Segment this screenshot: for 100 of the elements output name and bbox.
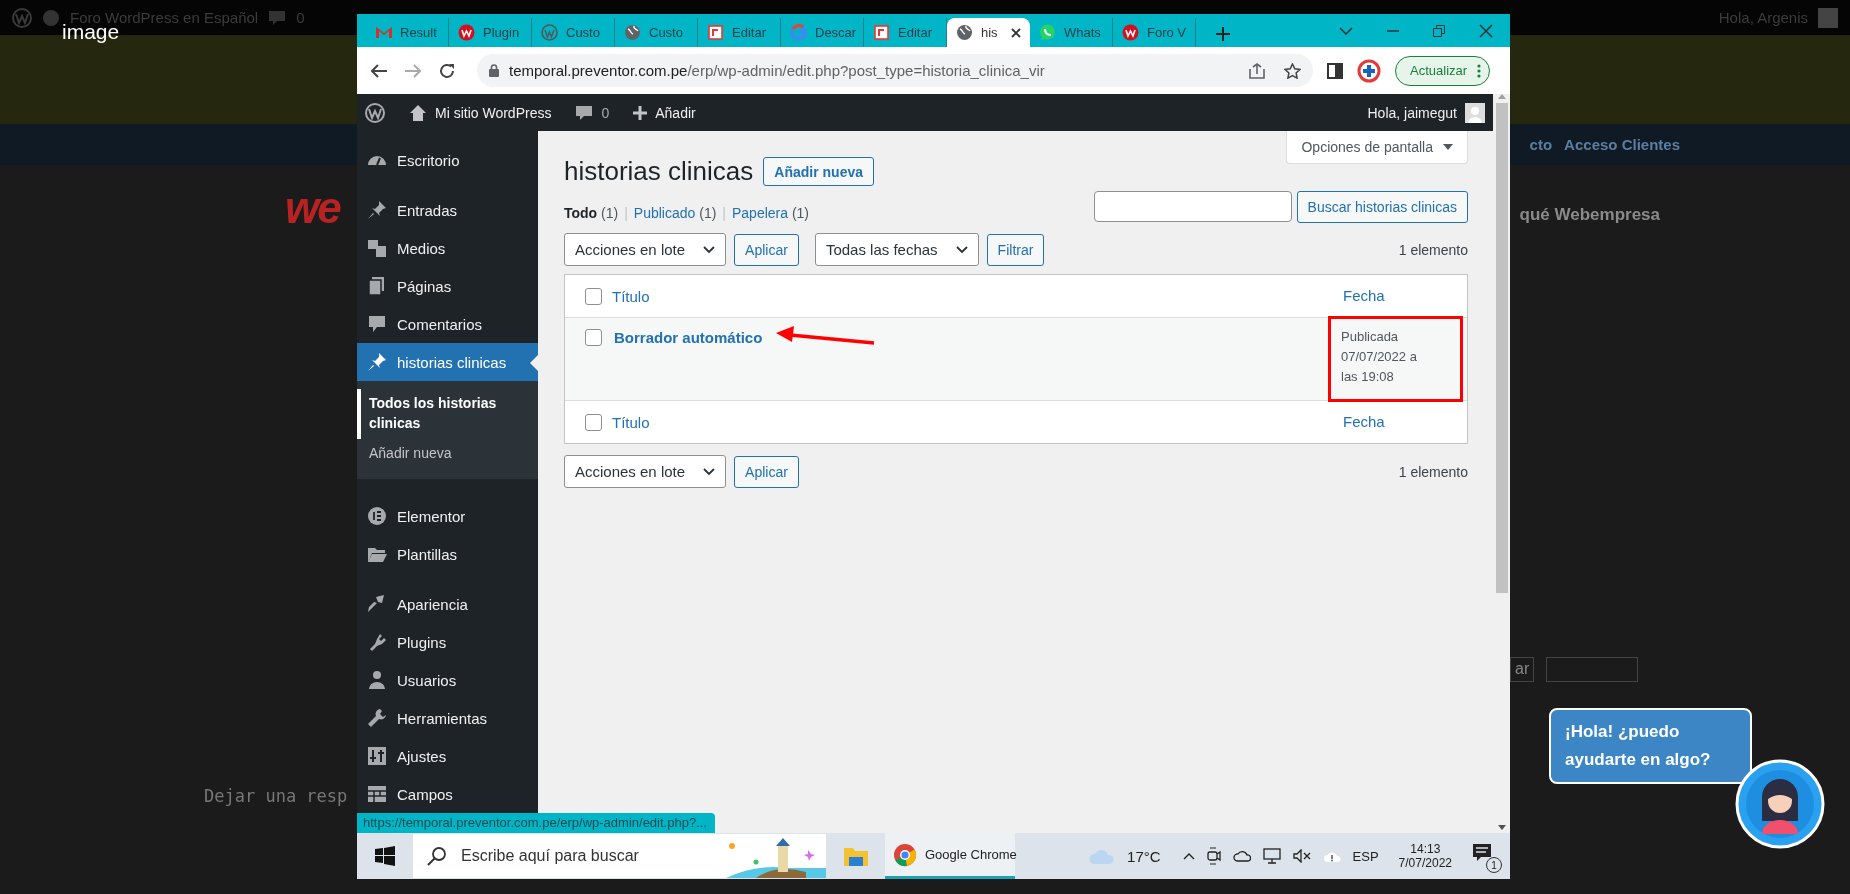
scroll-thumb[interactable] — [1495, 103, 1508, 593]
bracket-logo-icon — [707, 24, 724, 41]
comment-count: 0 — [601, 104, 610, 121]
sidebar-item[interactable]: Apariencia — [357, 585, 538, 623]
chevron-down-icon — [703, 245, 716, 254]
screen-options-button[interactable]: Opciones de pantalla — [1286, 131, 1468, 164]
filter-link[interactable]: Todo (1) — [564, 205, 619, 221]
post-date: Publicada 07/07/2022 a las 19:08 — [1341, 329, 1417, 384]
taskbar-app-button[interactable]: Google Chrome — [885, 833, 1015, 879]
update-button[interactable]: Actualizar — [1395, 55, 1491, 86]
language-indicator[interactable]: ESP — [1352, 848, 1379, 864]
avatar-icon[interactable] — [1465, 102, 1485, 123]
search-field[interactable]: Escribe aquí para buscar — [413, 834, 826, 878]
nav-link[interactable]: qué Webempresa — [1519, 205, 1660, 225]
address-field[interactable]: temporal.preventor.com.pe/erp/wp-admin/edit.php?post_type=historia_clinica_vir — [477, 54, 1313, 87]
separator-text: | — [722, 205, 726, 221]
star-icon[interactable] — [1284, 62, 1301, 79]
sidebar-item[interactable]: Páginas — [357, 267, 538, 305]
sidebar-item[interactable]: Ajustes — [357, 737, 538, 775]
sidebar-item[interactable]: Herramientas — [357, 699, 538, 737]
sidebar-item[interactable]: Comentarios — [357, 305, 538, 343]
envelope-icon — [375, 24, 392, 41]
column-header[interactable]: Título — [612, 413, 650, 431]
new-menu[interactable]: Añadir — [655, 104, 696, 121]
browser-tab[interactable]: his — [947, 18, 1030, 47]
column-header[interactable]: Título — [612, 287, 650, 305]
sidebar-item[interactable]: Usuarios — [357, 661, 538, 699]
restore-icon[interactable] — [1433, 24, 1445, 37]
sidebar-item[interactable]: Entradas — [357, 191, 538, 229]
site-name[interactable]: Mi sitio WordPress — [435, 104, 552, 121]
checkbox[interactable] — [585, 413, 602, 431]
assistant-avatar[interactable] — [1735, 759, 1825, 849]
chat-bubble[interactable]: ¡Hola! ¿puedo ayudarte en algo? — [1549, 708, 1752, 784]
nav-link[interactable]: Acceso Clientes — [1564, 136, 1680, 153]
notification-badge: 1 — [1486, 857, 1502, 873]
post-title-link[interactable]: Borrador automático — [614, 328, 763, 346]
minimize-icon[interactable] — [1387, 29, 1399, 32]
page-button[interactable]: ar — [1510, 657, 1535, 682]
notification-icon[interactable] — [1472, 843, 1492, 863]
side-panel-icon[interactable] — [1327, 62, 1343, 79]
apply-button[interactable]: Aplicar — [734, 455, 799, 488]
dropdown[interactable]: Todas las fechas — [814, 233, 979, 266]
temperature[interactable]: 17°C — [1127, 847, 1161, 865]
checkbox[interactable] — [585, 287, 602, 305]
scroll-down-icon — [1497, 825, 1506, 830]
page-title: historias clinicas — [564, 156, 754, 187]
sidebar-item[interactable]: Elementor — [357, 497, 538, 535]
reload-icon[interactable] — [439, 62, 455, 79]
chevron-down-icon — [703, 467, 716, 476]
column-header[interactable]: Fecha — [1343, 287, 1385, 304]
sidebar-item[interactable]: historias clinicas — [357, 343, 538, 381]
clock-date[interactable]: 7/07/2022 — [1398, 856, 1452, 870]
close-icon[interactable] — [1011, 27, 1021, 38]
sidebar-item[interactable]: Escritorio — [357, 141, 538, 179]
sidebar-item[interactable]: Plugins — [357, 623, 538, 661]
sidebar-item[interactable]: Campos — [357, 775, 538, 813]
muted-speaker-icon[interactable] — [1292, 849, 1311, 863]
greeting-text[interactable]: Hola, jaimegut — [1367, 104, 1457, 121]
w-logo-icon — [541, 24, 558, 41]
status-url: https://temporal.preventor.com.pe/erp/wp-admin/edit.php?... — [357, 813, 715, 833]
search-button[interactable]: Buscar historias clinicas — [1296, 191, 1468, 223]
column-header[interactable]: Fecha — [1343, 413, 1385, 430]
dropdown[interactable]: Acciones en lote — [564, 233, 727, 266]
network-icon[interactable] — [1262, 848, 1281, 864]
pin-icon — [367, 200, 387, 220]
cloud-icon[interactable] — [1232, 850, 1251, 862]
speech-bubble-icon[interactable] — [575, 103, 594, 122]
nav-link[interactable]: cto — [1529, 136, 1553, 153]
chevron-down-icon — [955, 245, 968, 254]
clock-time[interactable]: 14:13 — [1410, 842, 1441, 856]
logo-icon[interactable] — [365, 102, 385, 123]
filter-link[interactable]: Publicado (1) — [633, 205, 717, 221]
caret-icon — [1443, 144, 1453, 150]
close-icon[interactable] — [1479, 23, 1493, 38]
speech-bubble-icon — [367, 314, 387, 334]
sidebar-item[interactable]: Plantillas — [357, 535, 538, 573]
chevron-up-icon[interactable] — [1182, 852, 1195, 860]
back-icon[interactable] — [371, 63, 387, 78]
search-field[interactable] — [1093, 191, 1292, 222]
new-tab-icon[interactable] — [1216, 27, 1230, 41]
submenu-item[interactable]: Todos los historias clinicas — [357, 389, 538, 439]
lock-icon — [489, 64, 499, 77]
plus-icon[interactable] — [633, 105, 648, 120]
add-new-button[interactable]: Añadir nueva — [763, 157, 874, 186]
browser-logo-icon — [893, 842, 917, 867]
sidebar-item[interactable]: Medios — [357, 229, 538, 267]
brush-icon — [367, 594, 387, 614]
filter-link[interactable]: Papelera (1) — [732, 205, 810, 221]
chevron-down-icon[interactable] — [1339, 26, 1353, 35]
share-icon[interactable] — [1248, 62, 1266, 79]
submenu-item[interactable]: Añadir nueva — [357, 439, 538, 469]
grid-icon — [367, 784, 387, 804]
checkbox[interactable] — [585, 329, 602, 346]
dropdown[interactable]: Acciones en lote — [564, 455, 727, 488]
apply-button[interactable]: Aplicar — [734, 233, 799, 266]
filter-button[interactable]: Filtrar — [986, 233, 1045, 266]
extension-logo-icon[interactable] — [1357, 58, 1381, 83]
camera-icon[interactable] — [1206, 847, 1221, 865]
scrollbar[interactable] — [1493, 94, 1510, 833]
home-icon[interactable] — [409, 103, 427, 122]
